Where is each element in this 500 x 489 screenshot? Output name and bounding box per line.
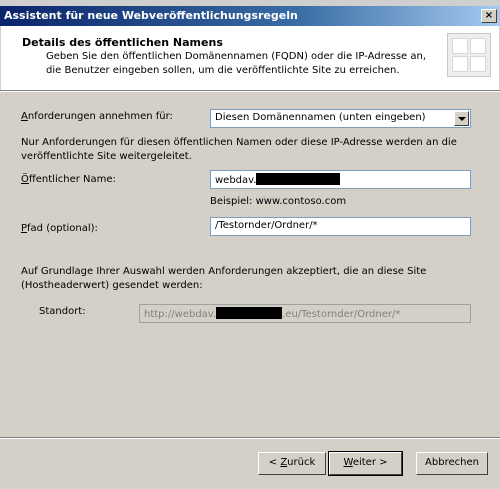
- location-prefix: http://webdav.: [144, 309, 217, 320]
- wizard-icon: [447, 33, 491, 77]
- title-bar: Assistent für neue Webveröffentlichungsr…: [0, 6, 500, 26]
- back-button[interactable]: < Zurück: [258, 452, 326, 475]
- footer-divider: [0, 437, 500, 439]
- path-input[interactable]: /Testornder/Ordner/*: [210, 217, 471, 236]
- redaction-block: [256, 173, 341, 185]
- path-value: /Testornder/Ordner/*: [215, 220, 318, 231]
- page-title: Details des öffentlichen Namens: [22, 36, 223, 49]
- accept-requests-label: Anforderungen annehmen für:: [21, 111, 173, 122]
- window-title: Assistent für neue Webveröffentlichungsr…: [4, 9, 298, 22]
- accept-requests-dropdown[interactable]: Diesen Domänennamen (unten eingeben): [210, 109, 471, 128]
- accept-requests-selected: Diesen Domänennamen (unten eingeben): [215, 112, 426, 123]
- redaction-block: [216, 307, 283, 319]
- close-icon: ×: [484, 10, 494, 21]
- location-field: http://webdav. .eu/Testornder/Ordner/*: [139, 304, 471, 323]
- wizard-header: Details des öffentlichen Namens Geben Si…: [1, 26, 499, 91]
- chevron-down-icon[interactable]: [454, 111, 469, 126]
- location-label: Standort:: [39, 306, 86, 317]
- info-text: Nur Anforderungen für diesen öffentliche…: [21, 137, 457, 162]
- cancel-button[interactable]: Abbrechen: [416, 452, 488, 475]
- close-button[interactable]: ×: [481, 9, 497, 23]
- example-text: Beispiel: www.contoso.com: [210, 196, 347, 207]
- header-divider: [0, 90, 500, 92]
- path-label: Pfad (optional):: [21, 223, 98, 234]
- summary-text: Auf Grundlage Ihrer Auswahl werden Anfor…: [21, 266, 427, 291]
- page-subtitle: Geben Sie den öffentlichen Domänennamen …: [46, 51, 427, 76]
- public-name-value: webdav.: [215, 175, 257, 186]
- public-name-input[interactable]: webdav.: [210, 170, 471, 189]
- location-suffix: .eu/Testornder/Ordner/*: [282, 309, 401, 320]
- next-button[interactable]: Weiter >: [328, 451, 403, 476]
- public-name-label: Öffentlicher Name:: [21, 174, 116, 185]
